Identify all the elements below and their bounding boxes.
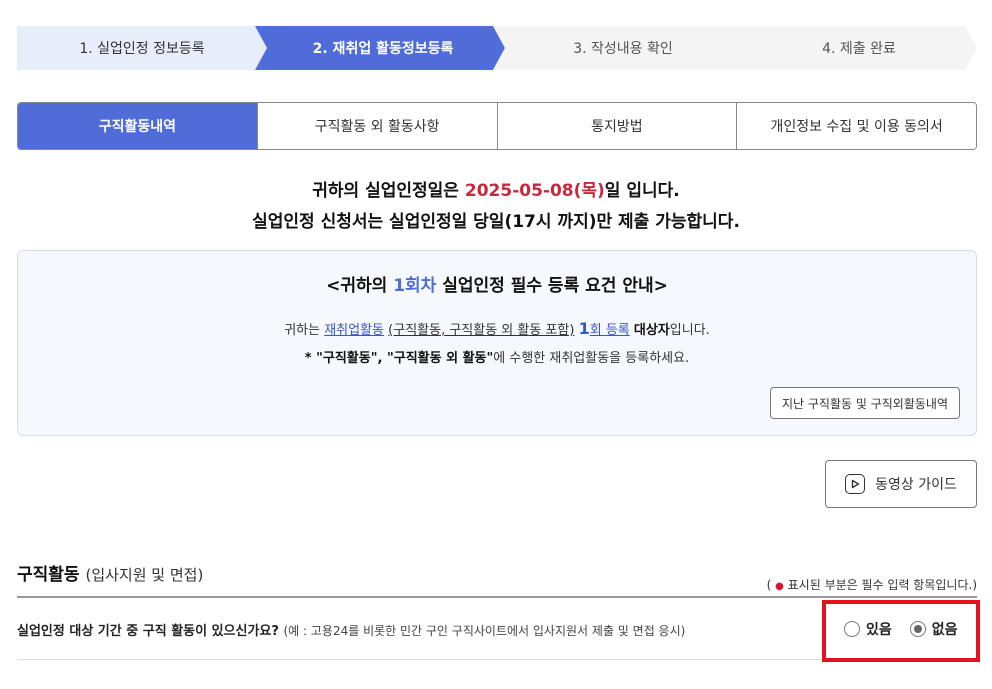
- info-line1-suffix: 입니다.: [669, 323, 710, 338]
- notice-suffix: 일 입니다.: [604, 181, 680, 201]
- question-text: 실업인정 대상 기간 중 구직 활동이 있으신가요? (예 : 고용24를 비롯…: [17, 620, 685, 639]
- section-subtitle: (입사지원 및 면접): [85, 566, 204, 584]
- info-title-suffix: 실업인정 필수 등록 요건 안내>: [436, 276, 668, 296]
- step-2-current: 2. 재취업 활동정보등록: [255, 26, 505, 70]
- tab-bar: 구직활동내역 구직활동 외 활동사항 통지방법 개인정보 수집 및 이용 동의서: [17, 102, 977, 150]
- past-activity-history-button[interactable]: 지난 구직활동 및 구직외활동내역: [769, 387, 960, 419]
- job-search-radio-group: 있음 없음: [844, 619, 958, 639]
- tab-job-search-history[interactable]: 구직활동내역: [18, 103, 257, 149]
- info-line1-paren: (구직활동, 구직활동 외 활동 포함): [388, 323, 575, 338]
- required-dot-icon: ●: [775, 581, 784, 592]
- radio-no[interactable]: 없음: [909, 619, 958, 639]
- radio-no-selected-dot: [913, 625, 922, 633]
- step-3-label: 3. 작성내용 확인: [573, 41, 673, 57]
- info-line1-target: 대상자: [633, 323, 670, 338]
- required-count: 1: [578, 319, 590, 338]
- step-1: 1. 실업인정 정보등록: [17, 26, 267, 70]
- certification-notice: 귀하의 실업인정일은 2025-05-08(목)일 입니다. 실업인정 신청서는…: [0, 176, 992, 238]
- step-1-label: 1. 실업인정 정보등록: [79, 41, 205, 57]
- section-title: 구직활동 (입사지원 및 면접): [17, 560, 203, 585]
- radio-yes-label[interactable]: 있음: [866, 619, 892, 639]
- radio-no-circle[interactable]: [909, 621, 926, 637]
- video-guide-button[interactable]: 동영상 가이드: [825, 460, 977, 508]
- info-line1-prefix: 귀하는: [284, 323, 325, 338]
- step-4: 4. 제출 완료: [731, 26, 977, 70]
- tab-other-activities[interactable]: 구직활동 외 활동사항: [256, 103, 497, 149]
- question-example: (예 : 고용24를 비롯한 민간 구인 구직사이트에서 입사지원서 제출 및 …: [283, 624, 686, 638]
- required-note-text: 표시된 부분은 필수 입력 항목입니다.): [783, 578, 977, 592]
- step-3: 3. 작성내용 확인: [493, 26, 743, 70]
- tab-privacy-consent[interactable]: 개인정보 수집 및 이용 동의서: [736, 103, 976, 149]
- play-icon: [845, 474, 866, 494]
- info-line-2: * "구직활동", "구직활동 외 활동"에 수행한 재취업활동을 등록하세요.: [18, 347, 976, 366]
- step-4-label: 4. 제출 완료: [822, 41, 896, 57]
- info-title-round: 1회차: [393, 276, 437, 296]
- notice-line-2: 실업인정 신청서는 실업인정일 당일(17시 까지)만 제출 가능합니다.: [252, 212, 740, 232]
- required-note-open: (: [766, 578, 772, 592]
- radio-no-label[interactable]: 없음: [932, 619, 958, 639]
- section-title-main: 구직활동: [17, 565, 80, 585]
- info-line2-star: *: [304, 351, 317, 366]
- info-title: <귀하의 1회차 실업인정 필수 등록 요건 안내>: [18, 271, 976, 296]
- radio-yes[interactable]: 있음: [844, 619, 892, 639]
- step-2-label: 2. 재취업 활동정보등록: [312, 41, 454, 57]
- tab-notification-method[interactable]: 통지방법: [496, 103, 737, 149]
- certification-date: 2025-05-08(목): [464, 181, 605, 201]
- info-title-prefix: <귀하의: [326, 276, 394, 296]
- question-main: 실업인정 대상 기간 중 구직 활동이 있으신가요?: [17, 624, 279, 639]
- required-count-unit: 회 등록: [589, 323, 630, 338]
- info-line2-rest: 에 수행한 재취업활동을 등록하세요.: [493, 351, 690, 366]
- required-field-note: ( ● 표시된 부분은 필수 입력 항목입니다.): [767, 576, 977, 593]
- reemployment-activity-link[interactable]: 재취업활동: [324, 323, 384, 338]
- notice-line-1: 귀하의 실업인정일은 2025-05-08(목)일 입니다.: [0, 176, 992, 207]
- info-line2-bold: "구직활동", "구직활동 외 활동": [316, 351, 494, 366]
- video-guide-label: 동영상 가이드: [875, 477, 957, 493]
- info-line-1: 귀하는 재취업활동 (구직활동, 구직활동 외 활동 포함) 1회 등록 대상자…: [18, 319, 976, 338]
- requirement-info-box: <귀하의 1회차 실업인정 필수 등록 요건 안내> 귀하는 재취업활동 (구직…: [17, 250, 977, 436]
- radio-yes-circle[interactable]: [844, 621, 860, 637]
- notice-prefix: 귀하의 실업인정일은: [312, 181, 465, 201]
- step-progress: 1. 실업인정 정보등록 2. 재취업 활동정보등록 3. 작성내용 확인 4.…: [17, 26, 977, 70]
